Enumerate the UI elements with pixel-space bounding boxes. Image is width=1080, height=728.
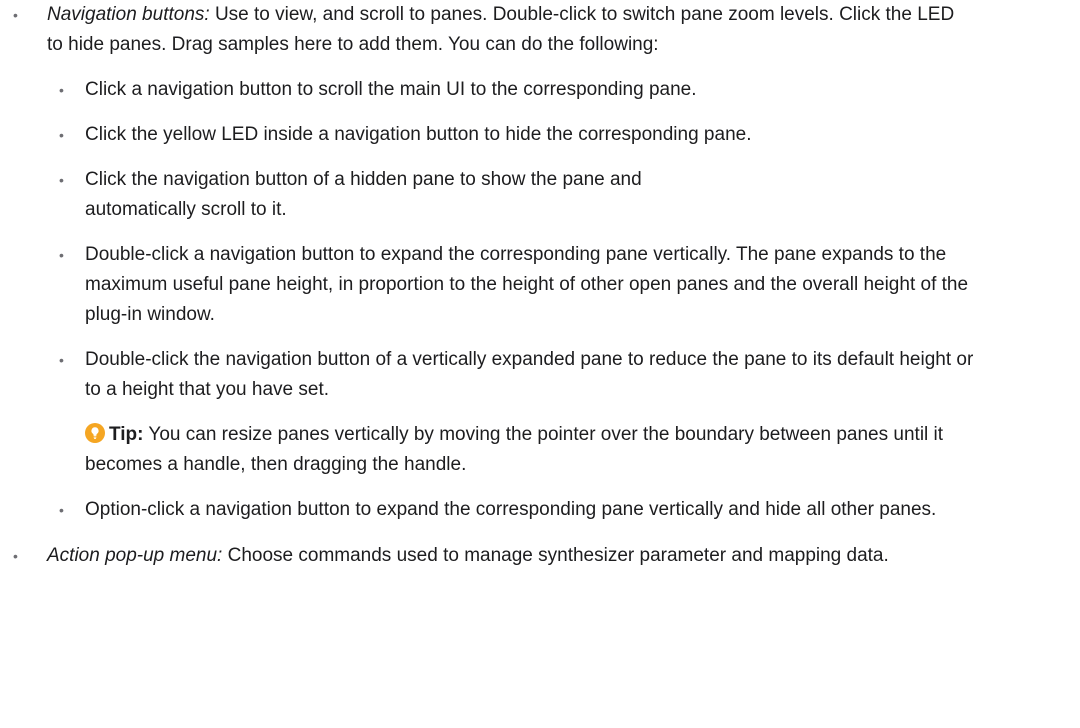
tip-label: Tip: [109, 424, 144, 445]
sub-item: • Click the navigation button of a hidde… [47, 165, 745, 225]
sub-item-text: Double-click a navigation button to expa… [85, 244, 969, 325]
bullet: • [59, 502, 64, 518]
navigation-subitems: • Click a navigation button to scroll th… [47, 75, 973, 525]
bullet: • [59, 127, 64, 143]
sub-item: • Click a navigation button to scroll th… [47, 75, 962, 105]
term-navigation-buttons: Navigation buttons: [47, 4, 210, 25]
term-action-popup-menu: Action pop-up menu: [47, 545, 223, 566]
tip-callout: Tip: You can resize panes vertically by … [85, 420, 985, 480]
sub-item-text: Double-click the navigation button of a … [85, 349, 974, 400]
sub-item-text: Click the yellow LED inside a navigation… [85, 124, 752, 145]
bullet: • [13, 7, 18, 23]
bullet: • [59, 247, 64, 263]
sub-item: • Double-click the navigation button of … [47, 345, 985, 480]
bullet: • [59, 82, 64, 98]
bullet: • [13, 548, 18, 564]
sub-item-text: Option-click a navigation button to expa… [85, 499, 937, 520]
bullet: • [59, 352, 64, 368]
description-action-popup-menu: Choose commands used to manage synthesiz… [222, 545, 889, 566]
feature-list: • Navigation buttons: Use to view, and s… [0, 0, 1080, 571]
sub-item: • Option-click a navigation button to ex… [47, 495, 965, 525]
list-item-action-popup-menu: • Action pop-up menu: Choose commands us… [0, 541, 977, 571]
document: • Navigation buttons: Use to view, and s… [0, 0, 1080, 728]
sub-item: • Double-click a navigation button to ex… [47, 240, 985, 330]
lightbulb-icon [85, 423, 105, 443]
bullet: • [59, 172, 64, 188]
sub-item-text: Click a navigation button to scroll the … [85, 79, 697, 100]
tip-text: You can resize panes vertically by movin… [85, 424, 944, 475]
list-item-navigation-buttons: • Navigation buttons: Use to view, and s… [0, 0, 973, 525]
sub-item: • Click the yellow LED inside a navigati… [47, 120, 962, 150]
sub-item-text: Click the navigation button of a hidden … [85, 169, 642, 220]
